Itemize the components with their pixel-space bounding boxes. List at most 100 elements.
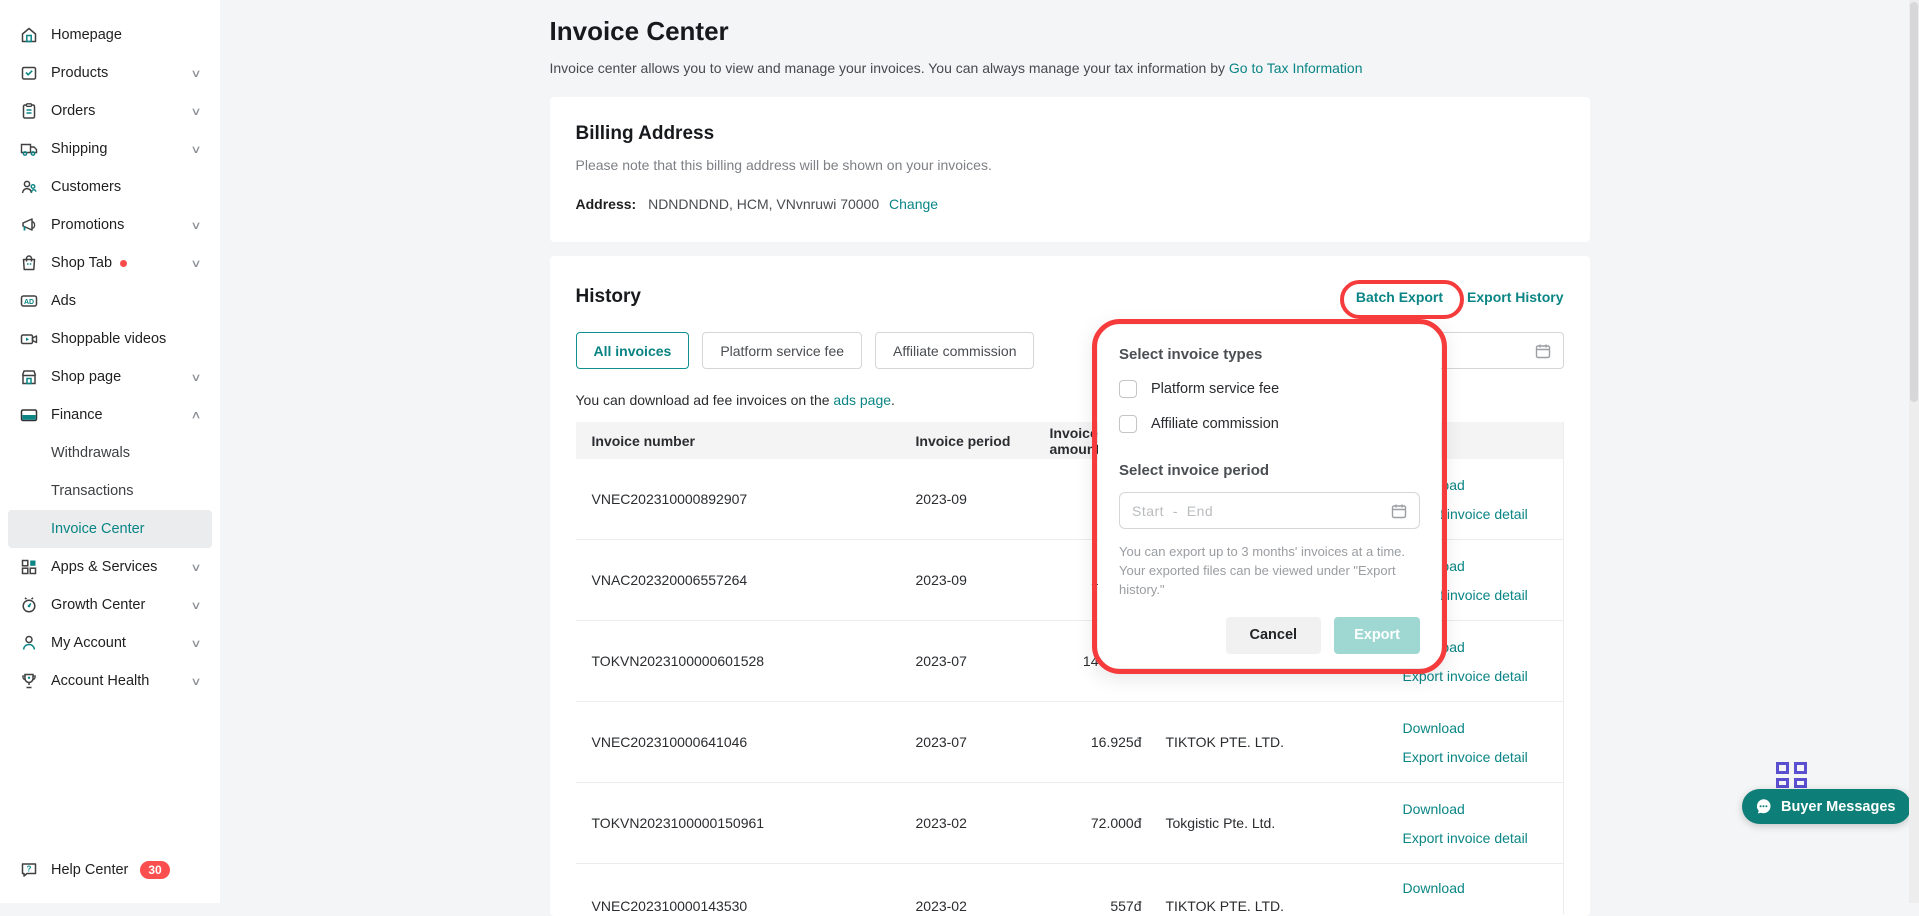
invoice-issuer: TIKTOK PTE. LTD.: [1150, 734, 1387, 750]
invoice-number: TOKVN2023100000601528: [576, 653, 900, 669]
chevron-down-icon: ∨: [190, 105, 201, 118]
help-center[interactable]: ? Help Center 30: [0, 851, 220, 889]
products-icon: [20, 64, 38, 82]
sidebar-item-label: Account Health: [51, 673, 149, 689]
export-button[interactable]: Export: [1334, 617, 1420, 654]
ads-icon: AD: [20, 292, 38, 310]
checkbox-row-affiliate-commission[interactable]: Affiliate commission: [1119, 415, 1420, 433]
finance-icon: [20, 406, 38, 424]
sidebar-item-transactions[interactable]: Transactions: [0, 472, 220, 510]
export-invoice-detail-link[interactable]: Export invoice detail: [1403, 830, 1563, 846]
calendar-icon: [1535, 343, 1551, 359]
calendar-icon[interactable]: [1391, 503, 1407, 519]
sidebar-item-label: Shop Tab: [51, 255, 112, 271]
chevron-down-icon: ∨: [190, 257, 201, 270]
orders-icon: [20, 102, 38, 120]
sidebar-item-account-health[interactable]: Account Health ∨: [0, 662, 220, 700]
sidebar-item-promotions[interactable]: Promotions ∨: [0, 206, 220, 244]
checkbox-row-platform-service-fee[interactable]: Platform service fee: [1119, 380, 1420, 398]
svg-text:AD: AD: [24, 299, 34, 306]
filter-affiliate-commission[interactable]: Affiliate commission: [875, 332, 1034, 369]
sidebar-item-withdrawals[interactable]: Withdrawals: [0, 434, 220, 472]
chevron-down-icon: ∨: [190, 67, 201, 80]
chevron-down-icon: ∨: [190, 143, 201, 156]
sidebar-item-invoice-center[interactable]: Invoice Center: [8, 510, 212, 548]
invoice-number: VNEC202310000143530: [576, 864, 900, 914]
buyer-messages-button[interactable]: Buyer Messages: [1742, 789, 1911, 824]
buyer-messages-label: Buyer Messages: [1781, 799, 1895, 815]
filter-platform-service-fee[interactable]: Platform service fee: [702, 332, 862, 369]
filter-all-invoices[interactable]: All invoices: [576, 332, 690, 369]
batch-export-popup: Select invoice types Platform service fe…: [1098, 325, 1441, 668]
invoice-period: 2023-07: [900, 653, 1050, 669]
sidebar-item-homepage[interactable]: Homepage: [0, 16, 220, 54]
home-icon: [20, 26, 38, 44]
shop-tab-icon: [20, 254, 38, 272]
cancel-button[interactable]: Cancel: [1226, 617, 1322, 654]
tax-information-link[interactable]: Go to Tax Information: [1229, 60, 1363, 76]
popup-types-title: Select invoice types: [1119, 346, 1420, 363]
growth-icon: [20, 596, 38, 614]
customers-icon: [20, 178, 38, 196]
invoice-period: 2023-02: [900, 864, 1050, 914]
change-address-link[interactable]: Change: [889, 196, 938, 212]
invoice-number: VNAC202320006557264: [576, 572, 900, 588]
invoice-number: TOKVN2023100000150961: [576, 815, 900, 831]
sidebar: Homepage Products ∨ Orders ∨ Shipping ∨ …: [0, 0, 220, 903]
history-title: History: [576, 286, 641, 308]
sidebar-item-finance[interactable]: Finance ∨: [0, 396, 220, 434]
sidebar-item-label: Shipping: [51, 141, 107, 157]
table-row: VNEC202310000641046 2023-07 16.925đ TIKT…: [576, 702, 1563, 783]
scrollbar-thumb[interactable]: [1910, 2, 1918, 402]
sidebar-item-my-account[interactable]: My Account ∨: [0, 624, 220, 662]
chevron-down-icon: ∨: [190, 561, 201, 574]
sidebar-item-shipping[interactable]: Shipping ∨: [0, 130, 220, 168]
export-invoice-detail-link[interactable]: Export invoice detail: [1403, 668, 1563, 684]
notification-dot: [120, 260, 127, 267]
sidebar-item-shop-tab[interactable]: Shop Tab ∨: [0, 244, 220, 282]
sidebar-item-orders[interactable]: Orders ∨: [0, 92, 220, 130]
affiliate-commission-checkbox[interactable]: [1119, 415, 1137, 433]
chevron-down-icon: ∨: [190, 599, 201, 612]
promotions-icon: [20, 216, 38, 234]
sidebar-item-customers[interactable]: Customers: [0, 168, 220, 206]
sidebar-item-products[interactable]: Products ∨: [0, 54, 220, 92]
sidebar-item-label: Shoppable videos: [51, 331, 166, 347]
sidebar-item-ads[interactable]: AD Ads: [0, 282, 220, 320]
sidebar-item-apps-services[interactable]: Apps & Services ∨: [0, 548, 220, 586]
export-history-button[interactable]: Export History: [1467, 289, 1563, 305]
invoice-number: VNEC202310000892907: [576, 491, 900, 507]
sidebar-item-label: Apps & Services: [51, 559, 157, 575]
export-invoice-detail-link[interactable]: Export invoice detail: [1403, 749, 1563, 765]
sidebar-item-label: Invoice Center: [51, 521, 145, 537]
batch-export-button[interactable]: Batch Export: [1356, 289, 1443, 305]
address-value: NDNDNDND, HCM, VNvnruwi 70000: [648, 196, 879, 212]
popup-note: You can export up to 3 months' invoices …: [1119, 543, 1405, 600]
sidebar-item-label: My Account: [51, 635, 126, 651]
ads-page-link[interactable]: ads page: [833, 392, 891, 408]
sidebar-item-label: Products: [51, 65, 108, 81]
sidebar-item-shoppable-videos[interactable]: Shoppable videos: [0, 320, 220, 358]
download-link[interactable]: Download: [1403, 880, 1563, 896]
download-link[interactable]: Download: [1403, 720, 1563, 736]
sidebar-item-label: Withdrawals: [51, 445, 130, 461]
sidebar-item-shop-page[interactable]: Shop page ∨: [0, 358, 220, 396]
sidebar-item-label: Shop page: [51, 369, 121, 385]
sidebar-item-label: Ads: [51, 293, 76, 309]
platform-service-fee-checkbox[interactable]: [1119, 380, 1137, 398]
period-range-input[interactable]: [1132, 503, 1391, 519]
table-row: VNEC202310000143530 2023-02 557đ TIKTOK …: [576, 864, 1563, 914]
download-link[interactable]: Download: [1403, 801, 1563, 817]
invoice-period: 2023-09: [900, 491, 1050, 507]
storefront-icon: [20, 368, 38, 386]
sidebar-item-growth-center[interactable]: Growth Center ∨: [0, 586, 220, 624]
chevron-up-icon: ∨: [190, 409, 201, 422]
main-area: Invoice Center Invoice center allows you…: [220, 0, 1919, 903]
shipping-icon: [20, 140, 38, 158]
chevron-down-icon: ∨: [190, 637, 201, 650]
sidebar-item-label: Customers: [51, 179, 121, 195]
scrollbar-track[interactable]: [1909, 0, 1919, 903]
trophy-icon: [20, 672, 38, 690]
chevron-down-icon: ∨: [190, 675, 201, 688]
invoice-amount: 557đ: [1050, 864, 1150, 914]
